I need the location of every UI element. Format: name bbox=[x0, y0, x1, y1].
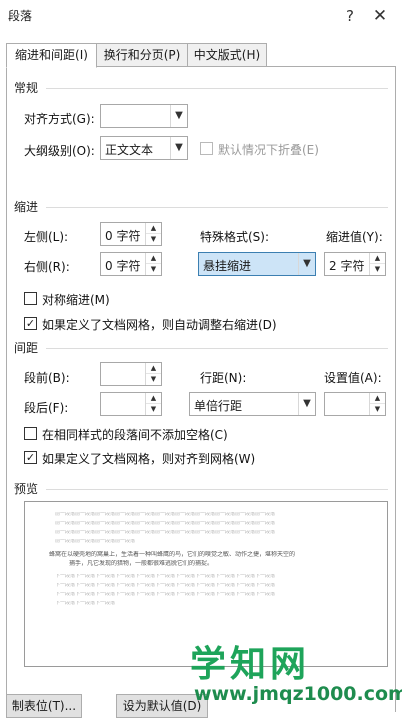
auto-adjust-label: 如果定义了文档网格，则自动调整右缩进(D) bbox=[42, 318, 277, 332]
line-spacing-combo[interactable]: 单倍行距 ▼ bbox=[189, 392, 316, 416]
chevron-down-icon[interactable]: ▼ bbox=[298, 393, 315, 415]
divider bbox=[46, 207, 388, 208]
divider bbox=[46, 348, 388, 349]
watermark-url: www.jmqz1000.com bbox=[194, 683, 402, 705]
line-spacing-label: 行距(N): bbox=[200, 371, 247, 385]
watermark-logo-text: 学知网 bbox=[190, 644, 311, 685]
tab-indents-spacing[interactable]: 缩进和间距(I) bbox=[6, 43, 97, 68]
right-indent-value: 0 字符 bbox=[105, 259, 141, 273]
outline-level-value: 正文文本 bbox=[105, 143, 154, 157]
alignment-combo[interactable]: ▼ bbox=[100, 104, 188, 128]
preview-next-line: 下一段落下一段落下一段落下一段落下一段落下一段落下一段落下一段落下一段落下一段落… bbox=[55, 583, 276, 588]
spin-down-icon[interactable]: ▼ bbox=[146, 374, 161, 385]
chevron-down-icon[interactable]: ▼ bbox=[170, 137, 187, 159]
collapse-label: 默认情况下折叠(E) bbox=[218, 143, 319, 157]
spacing-at-label: 设置值(A): bbox=[324, 371, 382, 385]
preview-sample-line: 捕手，凡它发现的猎物，一般都很难逃脱它们的捕捉。 bbox=[69, 560, 214, 567]
no-space-checkbox[interactable] bbox=[24, 427, 37, 440]
section-preview: 预览 bbox=[14, 482, 39, 496]
tabs-button[interactable]: 制表位(T)... bbox=[6, 694, 82, 718]
preview-next-line: 下一段落下一段落下一段落下一段落下一段落下一段落下一段落下一段落下一段落下一段落… bbox=[55, 574, 276, 579]
mirror-indents-checkbox[interactable] bbox=[24, 292, 37, 305]
left-indent-spinner[interactable]: 0 字符 ▲ ▼ bbox=[100, 222, 162, 246]
divider bbox=[46, 489, 388, 490]
spin-up-icon[interactable]: ▲ bbox=[146, 223, 161, 234]
spin-up-icon[interactable]: ▲ bbox=[370, 393, 385, 404]
no-space-label: 在相同样式的段落间不添加空格(C) bbox=[42, 428, 228, 442]
spin-up-icon[interactable]: ▲ bbox=[146, 363, 161, 374]
indent-by-label: 缩进值(Y): bbox=[326, 230, 383, 244]
chevron-down-icon[interactable]: ▼ bbox=[170, 105, 187, 127]
chevron-down-icon[interactable]: ▼ bbox=[298, 253, 315, 275]
close-button[interactable]: ✕ bbox=[366, 4, 394, 28]
collapse-checkbox[interactable] bbox=[200, 142, 213, 155]
right-indent-spinner[interactable]: 0 字符 ▲ ▼ bbox=[100, 252, 162, 276]
space-after-spinner[interactable]: ▲ ▼ bbox=[100, 392, 162, 416]
preview-previous-line: 前一段落前一段落前一段落前一段落前一段落前一段落前一段落前一段落前一段落前一段落… bbox=[55, 530, 276, 535]
spin-down-icon[interactable]: ▼ bbox=[146, 264, 161, 275]
help-button[interactable]: ? bbox=[336, 4, 364, 28]
special-indent-value: 悬挂缩进 bbox=[203, 259, 252, 273]
space-after-label: 段后(F): bbox=[24, 401, 69, 415]
title-bar: 段落 ? ✕ bbox=[0, 0, 402, 32]
tab-asian-typography[interactable]: 中文版式(H) bbox=[187, 43, 267, 67]
preview-sample-line: 蜂窝在以硬壳地的窝巢上，生活着一种叫蜂鹰的鸟，它们的嗅觉之敏、动作之捷，堪称天空… bbox=[49, 551, 296, 558]
outline-level-label: 大纲级别(O): bbox=[24, 144, 95, 158]
preview-previous-line: 前一段落前一段落前一段落前一段落 bbox=[55, 539, 136, 544]
window-title: 段落 bbox=[8, 9, 33, 23]
indent-by-spinner[interactable]: 2 字符 ▲ ▼ bbox=[324, 252, 386, 276]
preview-next-line: 下一段落下一段落下一段落下一段落下一段落下一段落下一段落下一段落下一段落下一段落… bbox=[55, 592, 276, 597]
preview-previous-line: 前一段落前一段落前一段落前一段落前一段落前一段落前一段落前一段落前一段落前一段落… bbox=[55, 512, 276, 517]
space-before-label: 段前(B): bbox=[24, 371, 70, 385]
spin-up-icon[interactable]: ▲ bbox=[146, 253, 161, 264]
line-spacing-value: 单倍行距 bbox=[194, 399, 243, 413]
section-indentation: 缩进 bbox=[14, 200, 39, 214]
preview-previous-line: 前一段落前一段落前一段落前一段落前一段落前一段落前一段落前一段落前一段落前一段落… bbox=[55, 521, 276, 526]
section-general: 常规 bbox=[14, 81, 39, 95]
auto-adjust-checkbox[interactable]: ✓ bbox=[24, 317, 37, 330]
section-spacing: 间距 bbox=[14, 341, 39, 355]
divider bbox=[46, 88, 388, 89]
spin-down-icon[interactable]: ▼ bbox=[146, 404, 161, 415]
left-indent-value: 0 字符 bbox=[105, 229, 141, 243]
spin-up-icon[interactable]: ▲ bbox=[146, 393, 161, 404]
special-indent-combo[interactable]: 悬挂缩进 ▼ bbox=[198, 252, 316, 276]
outline-level-combo[interactable]: 正文文本 ▼ bbox=[100, 136, 188, 160]
alignment-label: 对齐方式(G): bbox=[24, 112, 95, 126]
mirror-indents-label: 对称缩进(M) bbox=[42, 293, 110, 307]
indent-by-value: 2 字符 bbox=[329, 259, 365, 273]
spin-down-icon[interactable]: ▼ bbox=[370, 404, 385, 415]
snap-grid-label: 如果定义了文档网格，则对齐到网格(W) bbox=[42, 452, 256, 466]
right-indent-label: 右侧(R): bbox=[24, 260, 70, 274]
space-before-spinner[interactable]: ▲ ▼ bbox=[100, 362, 162, 386]
spin-down-icon[interactable]: ▼ bbox=[370, 264, 385, 275]
snap-grid-checkbox[interactable]: ✓ bbox=[24, 451, 37, 464]
left-indent-label: 左侧(L): bbox=[24, 230, 69, 244]
special-indent-label: 特殊格式(S): bbox=[200, 230, 270, 244]
preview-next-line: 下一段落下一段落下一段落 bbox=[55, 601, 116, 606]
spin-down-icon[interactable]: ▼ bbox=[146, 234, 161, 245]
spin-up-icon[interactable]: ▲ bbox=[370, 253, 385, 264]
spacing-at-spinner[interactable]: ▲ ▼ bbox=[324, 392, 386, 416]
watermark: 学知网 www.jmqz1000.com bbox=[190, 635, 402, 712]
tab-line-page-breaks[interactable]: 换行和分页(P) bbox=[96, 43, 188, 67]
